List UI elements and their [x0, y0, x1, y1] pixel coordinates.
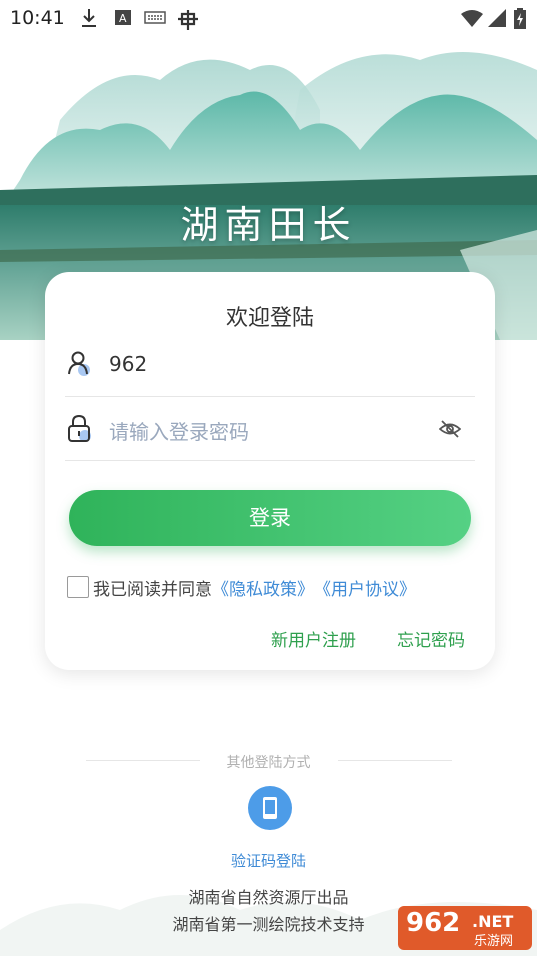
lock-icon: [68, 414, 91, 442]
other-login-label: 其他登陆方式: [0, 752, 537, 772]
user-agreement-link[interactable]: 《用户协议》: [314, 575, 416, 600]
privacy-policy-link[interactable]: 《隐私政策》: [212, 575, 314, 600]
agreement-checkbox[interactable]: [67, 576, 89, 598]
status-time: 10:41: [10, 7, 65, 29]
password-field[interactable]: 请输入登录密码: [65, 398, 475, 461]
welcome-title: 欢迎登陆: [225, 306, 314, 331]
username-input[interactable]: 962: [109, 352, 147, 376]
user-icon: [68, 351, 90, 376]
bug-icon: [178, 10, 198, 30]
keyboard-a-icon: A: [115, 10, 131, 25]
login-button[interactable]: 登录: [69, 490, 471, 546]
wifi-icon: [461, 10, 483, 27]
sms-login-button[interactable]: [248, 786, 292, 830]
app-title: 湖南田长: [180, 203, 357, 247]
watermark-logo: 962 .NET 乐游网: [398, 906, 532, 950]
svg-text:A: A: [119, 12, 127, 25]
footer-publisher: 湖南省自然资源厅出品: [188, 888, 349, 907]
eye-off-icon[interactable]: [439, 418, 461, 440]
password-input[interactable]: 请输入登录密码: [109, 416, 249, 445]
download-icon: [82, 9, 96, 27]
register-link[interactable]: 新用户注册: [271, 626, 356, 651]
signal-icon: [488, 9, 506, 27]
login-card: 欢迎登陆 962 请输入登录密码 登录 我已阅读并同意 《隐私政策》 《用户协议…: [45, 272, 495, 670]
status-bar: 10:41 A: [0, 0, 537, 36]
forgot-password-link[interactable]: 忘记密码: [397, 626, 465, 651]
username-field[interactable]: 962: [65, 334, 475, 397]
agreement-text: 我已阅读并同意: [93, 579, 212, 600]
keyboard-icon: [144, 11, 166, 24]
agreement-row: 我已阅读并同意 《隐私政策》 《用户协议》: [67, 574, 416, 600]
battery-charging-icon: [514, 8, 526, 29]
phone-icon: [263, 797, 277, 819]
